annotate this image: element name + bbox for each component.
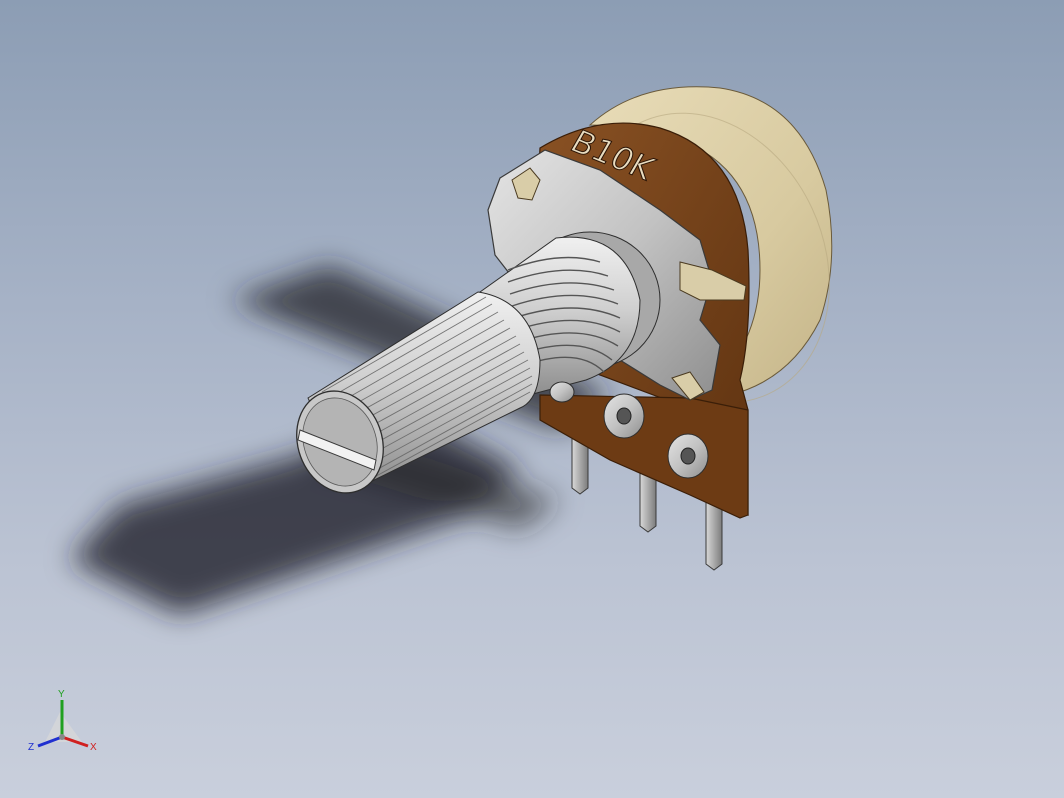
x-axis-label: X (90, 742, 97, 753)
view-orientation-triad[interactable]: X Y Z (28, 689, 97, 753)
z-axis-label: Z (28, 742, 34, 753)
graphics-viewport[interactable]: B10K X Y Z (0, 0, 1064, 798)
y-axis-label: Y (58, 689, 65, 700)
model-scene: B10K X Y Z (28, 86, 833, 753)
